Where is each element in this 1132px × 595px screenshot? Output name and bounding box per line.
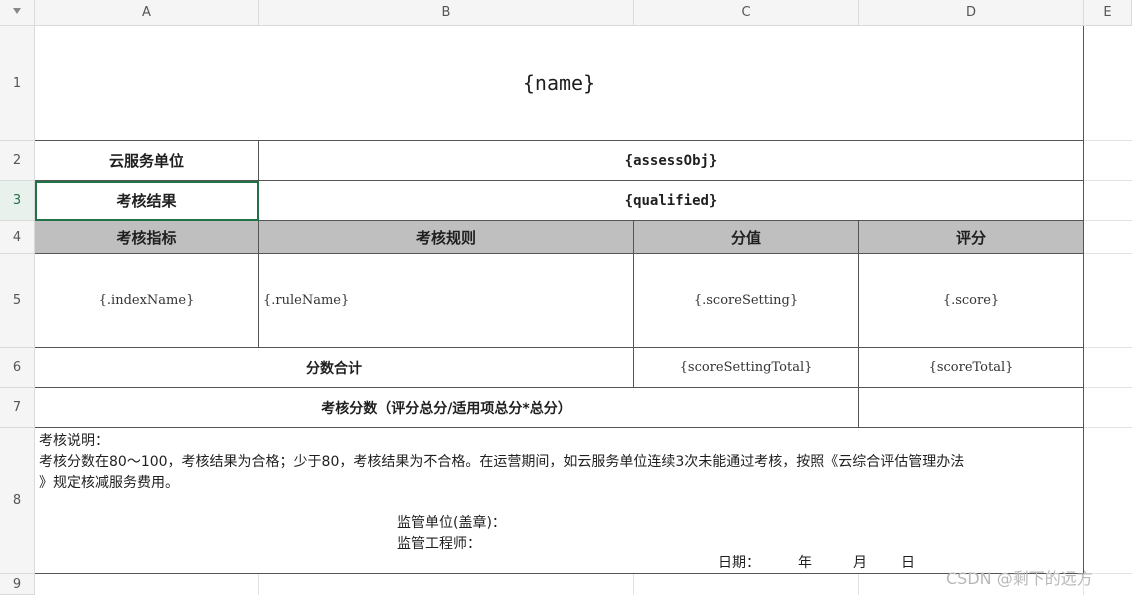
cell-d7-assess-value[interactable] — [859, 388, 1084, 428]
row-header-9[interactable]: 9 — [0, 574, 35, 595]
cell-e6[interactable] — [1084, 348, 1132, 388]
cell-a7-assess-label[interactable]: 考核分数（评分总分/适用项总分*总分） — [35, 388, 859, 428]
cell-a6-total-label[interactable]: 分数合计 — [35, 348, 634, 388]
supervisor-unit-label: 监管单位(盖章)： — [397, 515, 506, 531]
row-header-8[interactable]: 8 — [0, 428, 35, 574]
day-label: 日 — [901, 555, 915, 571]
notes-heading: 考核说明： — [39, 433, 109, 449]
cell-a3-label[interactable]: 考核结果 — [35, 181, 259, 221]
cell-b3-value[interactable]: {qualified} — [259, 181, 1084, 221]
cell-c5-setting[interactable]: {.scoreSetting} — [634, 254, 859, 348]
cell-c6-setting-total[interactable]: {scoreSettingTotal} — [634, 348, 859, 388]
cell-a2-label[interactable]: 云服务单位 — [35, 141, 259, 181]
watermark: CSDN @剩下的远方 — [946, 569, 1093, 588]
cell-a5-index[interactable]: {.indexName} — [35, 254, 259, 348]
row-header-6[interactable]: 6 — [0, 348, 35, 388]
title-cell[interactable]: {name} — [35, 26, 1084, 141]
cell-d5-score[interactable]: {.score} — [859, 254, 1084, 348]
row-header-4[interactable]: 4 — [0, 221, 35, 254]
header-rule[interactable]: 考核规则 — [259, 221, 634, 254]
cell-b5-rule[interactable]: {.ruleName} — [259, 254, 634, 348]
year-label: 年 — [798, 555, 812, 571]
row-header-3[interactable]: 3 — [0, 181, 35, 221]
cell-e7[interactable] — [1084, 388, 1132, 428]
cell-e5[interactable] — [1084, 254, 1132, 348]
header-setting[interactable]: 分值 — [634, 221, 859, 254]
header-score[interactable]: 评分 — [859, 221, 1084, 254]
month-label: 月 — [853, 555, 867, 571]
cell-c9[interactable] — [634, 574, 859, 595]
select-all-corner[interactable] — [0, 0, 35, 26]
cell-e4[interactable] — [1084, 221, 1132, 254]
notes-line-2: 考核分数在80～100，考核结果为合格；少于80，考核结果为不合格。在运营期间，… — [39, 454, 965, 470]
supervisor-engineer-label: 监管工程师： — [397, 536, 481, 552]
column-header-b[interactable]: B — [259, 0, 634, 26]
notes-cell[interactable]: 考核说明： 考核分数在80～100，考核结果为合格；少于80，考核结果为不合格。… — [35, 428, 1084, 574]
notes-line-3: 》规定核减服务费用。 — [39, 475, 179, 491]
cell-e1[interactable] — [1084, 26, 1132, 141]
row-header-7[interactable]: 7 — [0, 388, 35, 428]
row-header-5[interactable]: 5 — [0, 254, 35, 348]
date-label: 日期： — [718, 555, 760, 571]
cell-a9[interactable] — [35, 574, 259, 595]
select-all-icon — [13, 8, 21, 14]
row-header-1[interactable]: 1 — [0, 26, 35, 141]
cell-e3[interactable] — [1084, 181, 1132, 221]
cell-b9[interactable] — [259, 574, 634, 595]
column-header-d[interactable]: D — [859, 0, 1084, 26]
cell-e2[interactable] — [1084, 141, 1132, 181]
cell-d6-score-total[interactable]: {scoreTotal} — [859, 348, 1084, 388]
cell-e8[interactable] — [1084, 428, 1132, 574]
row-header-2[interactable]: 2 — [0, 141, 35, 181]
column-header-a[interactable]: A — [35, 0, 259, 26]
header-index[interactable]: 考核指标 — [35, 221, 259, 254]
cell-b2-value[interactable]: {assessObj} — [259, 141, 1084, 181]
column-header-c[interactable]: C — [634, 0, 859, 26]
column-header-e[interactable]: E — [1084, 0, 1132, 26]
